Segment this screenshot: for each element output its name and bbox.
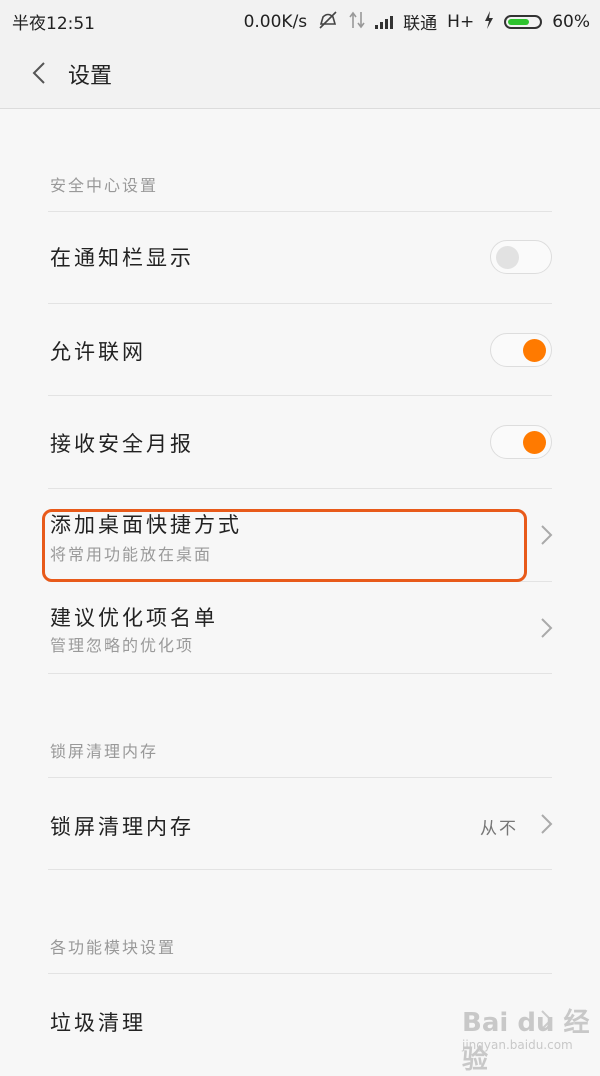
section-title-lockscreen: 锁屏清理内存 xyxy=(50,742,159,761)
setting-value: 从不 xyxy=(480,819,518,839)
highlight-annotation xyxy=(42,509,527,582)
back-arrow-icon[interactable] xyxy=(26,58,56,88)
toggle-switch[interactable] xyxy=(490,240,552,274)
divider xyxy=(48,673,552,674)
setting-row-optimize-list[interactable]: 建议优化项名单 管理忽略的优化项 xyxy=(0,582,600,673)
page-title: 设置 xyxy=(68,64,113,89)
status-battery: 60% xyxy=(552,11,590,32)
chevron-right-icon xyxy=(538,523,554,547)
setting-label: 垃圾清理 xyxy=(50,1011,146,1035)
divider xyxy=(48,869,552,870)
charging-icon xyxy=(484,10,494,33)
mute-icon xyxy=(317,10,339,33)
data-arrows-icon xyxy=(349,11,365,33)
setting-row-notification[interactable]: 在通知栏显示 xyxy=(0,212,600,303)
setting-label: 在通知栏显示 xyxy=(50,246,194,270)
watermark-url: jingyan.baidu.com xyxy=(462,1038,573,1052)
setting-label: 锁屏清理内存 xyxy=(50,815,194,839)
setting-label: 允许联网 xyxy=(50,340,146,364)
setting-row-network[interactable]: 允许联网 xyxy=(0,304,600,395)
chevron-right-icon xyxy=(538,616,554,640)
status-speed: 0.00K/s xyxy=(243,11,308,32)
setting-label: 建议优化项名单 xyxy=(50,606,218,630)
status-bar: 半夜12:51 0.00K/s 联通 H+ 60% xyxy=(0,0,600,38)
section-title-modules: 各功能模块设置 xyxy=(50,938,177,957)
toggle-switch[interactable] xyxy=(490,425,552,459)
app-header: 设置 xyxy=(0,38,600,109)
status-network: H+ xyxy=(447,11,475,32)
status-time: 半夜12:51 xyxy=(12,14,95,34)
battery-icon xyxy=(504,14,543,29)
chevron-right-icon xyxy=(538,812,554,836)
status-carrier: 联通 xyxy=(403,14,438,34)
toggle-switch[interactable] xyxy=(490,333,552,367)
section-title-security: 安全中心设置 xyxy=(50,176,159,195)
setting-row-monthly-report[interactable]: 接收安全月报 xyxy=(0,396,600,487)
setting-row-lockscreen-clean[interactable]: 锁屏清理内存 从不 xyxy=(0,778,600,869)
signal-icon xyxy=(375,15,394,29)
setting-sublabel: 管理忽略的优化项 xyxy=(50,636,195,655)
setting-label: 接收安全月报 xyxy=(50,432,194,456)
status-right: 0.00K/s 联通 H+ 60% xyxy=(244,9,590,34)
